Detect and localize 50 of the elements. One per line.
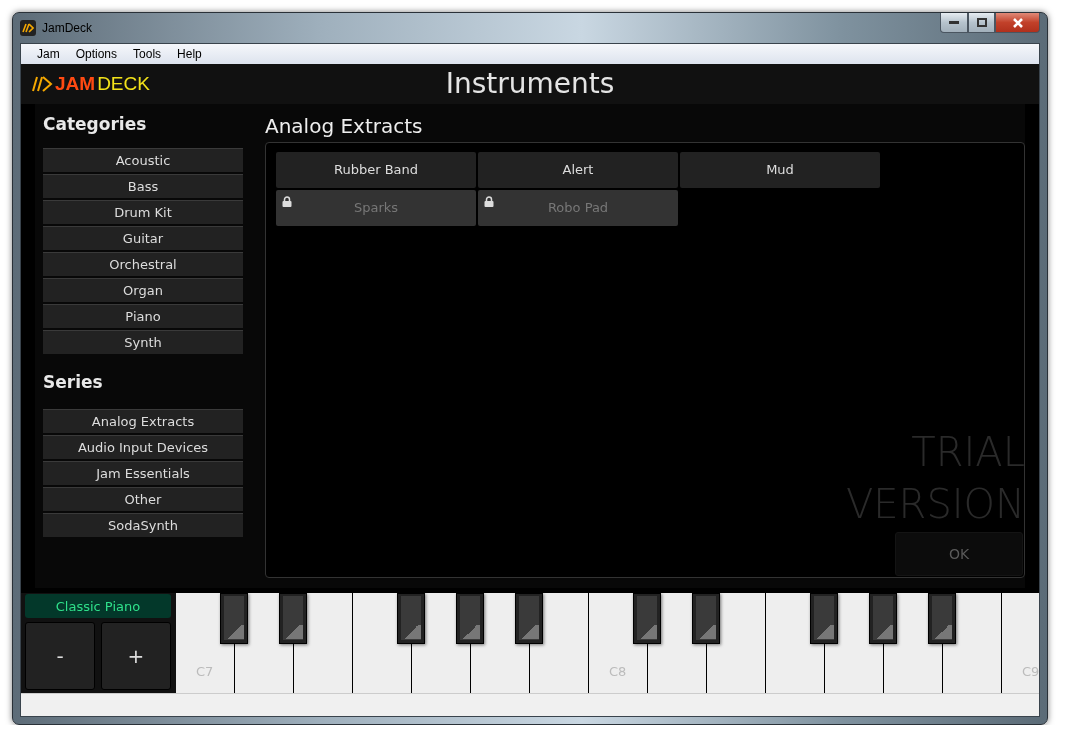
menu-item[interactable]: Help [169,46,210,61]
series-button[interactable]: Analog Extracts [43,408,243,433]
octave-button[interactable]: + [101,622,171,691]
minimize-icon [949,20,959,25]
instrument-tile[interactable]: Rubber Band [276,151,476,188]
minimize-button[interactable] [940,13,968,33]
category-button[interactable]: Organ [43,277,243,302]
sharp-key[interactable] [869,593,897,645]
category-button[interactable]: Orchestral [43,251,243,276]
series-button[interactable]: SodaSynth [43,512,243,537]
menu-item[interactable]: Tools [125,46,170,61]
series-heading: Analog Extracts [265,113,424,138]
instrument-tile[interactable]: Alert [478,151,678,188]
category-button[interactable]: Drum Kit [43,199,243,224]
category-button[interactable]: Acoustic [43,147,243,172]
sharp-key[interactable] [633,593,661,645]
maximize-icon [976,18,987,27]
sharp-key[interactable] [692,593,720,645]
series-button[interactable]: Audio Input Devices [43,434,243,459]
series-button[interactable]: Jam Essentials [43,460,243,485]
logo-text: DECK [97,72,150,95]
category-button[interactable]: Synth [43,329,243,354]
category-button[interactable]: Bass [43,173,243,198]
sharp-key[interactable] [220,593,248,645]
section-heading: Categories [43,113,148,134]
sharp-key[interactable] [515,593,543,645]
logo-icon [31,75,53,92]
instrument-tile[interactable]: Mud [680,151,880,188]
category-button[interactable]: Guitar [43,225,243,250]
menu-item[interactable]: Options [67,46,126,61]
sharp-key[interactable] [810,593,838,645]
close-button[interactable] [995,13,1040,33]
sharp-key[interactable] [397,593,425,645]
menu-item[interactable]: Jam [29,46,68,61]
instrument-display: Classic Piano [25,594,171,619]
lock-icon [484,195,494,207]
window-title: JamDeck [42,21,93,35]
series-button[interactable]: Other [43,486,243,511]
section-heading: Series [43,371,104,392]
lock-icon [282,195,292,207]
octave-button[interactable]: - [25,622,95,691]
page-title: Instruments [445,67,615,101]
sharp-key[interactable] [456,593,484,645]
logo-text: JAM [55,72,96,95]
close-icon [1011,17,1024,28]
app-icon [20,20,36,36]
sharp-key[interactable] [279,593,307,645]
sharp-key[interactable] [928,593,956,645]
maximize-button[interactable] [968,13,995,33]
category-button[interactable]: Piano [43,303,243,328]
